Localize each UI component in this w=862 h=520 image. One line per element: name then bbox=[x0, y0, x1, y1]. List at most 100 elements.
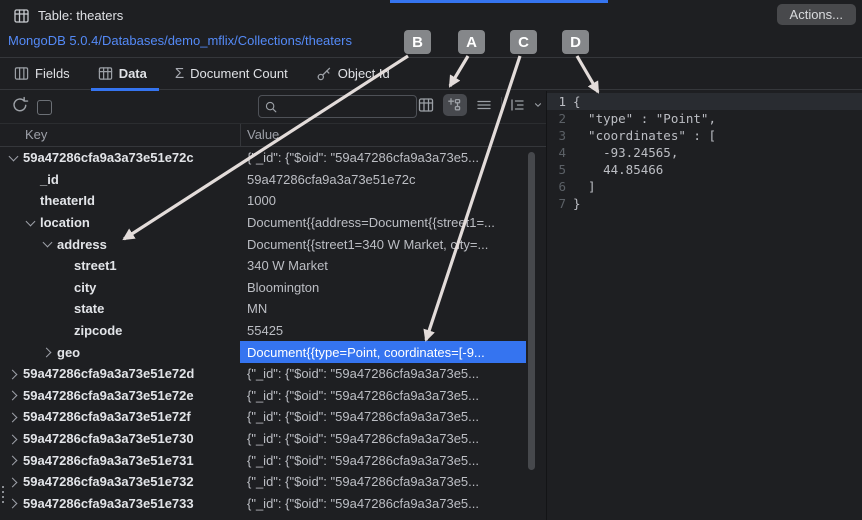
row-value-cell[interactable]: 59a47286cfa9a3a73e51e72c bbox=[240, 169, 526, 191]
table-row[interactable]: 59a47286cfa9a3a73e51e72c {"_id": {"$oid"… bbox=[0, 147, 546, 169]
table-row-selected[interactable]: geo Document{{type=Point, coordinates=[-… bbox=[0, 341, 546, 363]
chevron-right-icon[interactable] bbox=[7, 476, 19, 488]
chevron-right-icon[interactable] bbox=[41, 346, 53, 358]
json-editor[interactable]: 1{ 2 "type" : "Point", 3 "coordinates" :… bbox=[547, 91, 862, 520]
table-grid-icon bbox=[13, 8, 30, 24]
chevron-right-icon[interactable] bbox=[7, 411, 19, 423]
chevron-down-icon[interactable] bbox=[532, 94, 544, 116]
editor-line[interactable]: 6 ] bbox=[547, 178, 862, 195]
table-row[interactable]: 59a47286cfa9a3a73e51e733 {"_id": {"$oid"… bbox=[0, 493, 546, 515]
tab-object-id[interactable]: Object Id bbox=[316, 58, 390, 90]
row-value-cell[interactable]: MN bbox=[240, 298, 526, 320]
editor-line[interactable]: 2 "type" : "Point", bbox=[547, 110, 862, 127]
tree-view-icon[interactable] bbox=[443, 94, 467, 116]
editor-line[interactable]: 5 44.85466 bbox=[547, 161, 862, 178]
breadcrumb[interactable]: MongoDB 5.0.4/Databases/demo_mflix/Colle… bbox=[8, 33, 352, 48]
chevron-right-icon[interactable] bbox=[7, 497, 19, 509]
table-row[interactable]: city Bloomington bbox=[0, 277, 546, 299]
column-divider[interactable] bbox=[240, 124, 241, 146]
table-row[interactable]: 59a47286cfa9a3a73e51e72f {"_id": {"$oid"… bbox=[0, 406, 546, 428]
vertical-scrollbar[interactable] bbox=[528, 152, 535, 470]
row-value-cell[interactable]: Bloomington bbox=[240, 277, 526, 299]
row-key-cell[interactable]: zipcode bbox=[0, 323, 240, 338]
table-row[interactable]: 59a47286cfa9a3a73e51e72d {"_id": {"$oid"… bbox=[0, 363, 546, 385]
row-key-cell[interactable]: city bbox=[0, 280, 240, 295]
table-row[interactable]: location Document{{address=Document{{str… bbox=[0, 212, 546, 234]
row-value-cell-selected[interactable]: Document{{type=Point, coordinates=[-9... bbox=[240, 341, 526, 363]
row-value-cell[interactable]: 340 W Market bbox=[240, 255, 526, 277]
editor-line[interactable]: 7} bbox=[547, 195, 862, 212]
chevron-right-icon[interactable] bbox=[7, 368, 19, 380]
annotation-label-b: B bbox=[404, 30, 431, 54]
annotation-label-d: D bbox=[562, 30, 589, 54]
actions-button[interactable]: Actions... bbox=[777, 4, 856, 25]
app-window: Table: theaters Actions... MongoDB 5.0.4… bbox=[0, 0, 862, 520]
row-value-cell[interactable]: {"_id": {"$oid": "59a47286cfa9a3a73e5... bbox=[240, 428, 526, 450]
row-key-cell[interactable]: 59a47286cfa9a3a73e51e72c bbox=[0, 150, 240, 165]
text-view-icon[interactable] bbox=[472, 94, 496, 116]
table-row[interactable]: address Document{{street1=340 W Market, … bbox=[0, 233, 546, 255]
grid-header: Key Value bbox=[0, 124, 546, 147]
editor-line[interactable]: 4 -93.24565, bbox=[547, 144, 862, 161]
table-row[interactable]: theaterId 1000 bbox=[0, 190, 546, 212]
drag-handle[interactable] bbox=[1, 486, 5, 504]
chevron-down-icon[interactable] bbox=[7, 152, 19, 164]
table-row[interactable]: 59a47286cfa9a3a73e51e731 {"_id": {"$oid"… bbox=[0, 449, 546, 471]
row-key-cell[interactable]: 59a47286cfa9a3a73e51e733 bbox=[0, 496, 240, 511]
row-value-cell[interactable]: {"_id": {"$oid": "59a47286cfa9a3a73e5... bbox=[240, 406, 526, 428]
row-value-cell[interactable]: {"_id": {"$oid": "59a47286cfa9a3a73e5... bbox=[240, 471, 526, 493]
editor-line[interactable]: 1{ bbox=[547, 93, 862, 110]
row-value-cell[interactable]: {"_id": {"$oid": "59a47286cfa9a3a73e5... bbox=[240, 385, 526, 407]
search-box[interactable] bbox=[258, 95, 417, 118]
row-key-cell[interactable]: street1 bbox=[0, 258, 240, 273]
row-value-cell[interactable]: Document{{street1=340 W Market, city=... bbox=[240, 233, 526, 255]
column-header-value[interactable]: Value bbox=[247, 127, 279, 142]
row-key-cell[interactable]: state bbox=[0, 301, 240, 316]
refresh-icon[interactable] bbox=[11, 96, 29, 114]
document-tree: 59a47286cfa9a3a73e51e72c {"_id": {"$oid"… bbox=[0, 147, 546, 520]
row-key-cell[interactable]: _id bbox=[0, 172, 240, 187]
row-value-cell[interactable]: Document{{address=Document{{street1=... bbox=[240, 212, 526, 234]
column-header-key[interactable]: Key bbox=[25, 127, 47, 142]
tab-data[interactable]: Data bbox=[98, 58, 147, 90]
row-key-cell[interactable]: 59a47286cfa9a3a73e51e72d bbox=[0, 366, 240, 381]
table-row[interactable]: _id 59a47286cfa9a3a73e51e72c bbox=[0, 169, 546, 191]
table-row[interactable]: street1 340 W Market bbox=[0, 255, 546, 277]
chevron-right-icon[interactable] bbox=[7, 454, 19, 466]
expand-nodes-icon[interactable] bbox=[507, 94, 527, 116]
row-value-cell[interactable]: {"_id": {"$oid": "59a47286cfa9a3a73e5... bbox=[240, 363, 526, 385]
row-key-cell[interactable]: 59a47286cfa9a3a73e51e72f bbox=[0, 409, 240, 424]
row-key-cell[interactable]: 59a47286cfa9a3a73e51e730 bbox=[0, 431, 240, 446]
table-row[interactable]: 59a47286cfa9a3a73e51e730 {"_id": {"$oid"… bbox=[0, 428, 546, 450]
row-value-cell[interactable]: {"_id": {"$oid": "59a47286cfa9a3a73e5... bbox=[240, 493, 526, 515]
table-row[interactable]: zipcode 55425 bbox=[0, 320, 546, 342]
row-key-cell[interactable]: 59a47286cfa9a3a73e51e732 bbox=[0, 474, 240, 489]
chevron-down-icon[interactable] bbox=[24, 217, 36, 229]
row-value-cell[interactable]: 1000 bbox=[240, 190, 526, 212]
row-key-cell[interactable]: location bbox=[0, 215, 240, 230]
tab-bar: Fields Data Σ Document Count Object Id bbox=[0, 57, 862, 90]
select-documents-checkbox[interactable] bbox=[37, 100, 52, 115]
grid-view-icon[interactable] bbox=[414, 94, 438, 116]
tab-document-count[interactable]: Σ Document Count bbox=[175, 58, 288, 90]
page-title: Table: theaters bbox=[38, 8, 123, 23]
row-key-cell[interactable]: geo bbox=[0, 345, 240, 360]
row-value-cell[interactable]: {"_id": {"$oid": "59a47286cfa9a3a73e5... bbox=[240, 449, 526, 471]
table-row[interactable]: 59a47286cfa9a3a73e51e72e {"_id": {"$oid"… bbox=[0, 385, 546, 407]
search-input[interactable] bbox=[278, 98, 402, 115]
row-key-cell[interactable]: 59a47286cfa9a3a73e51e72e bbox=[0, 388, 240, 403]
editor-line[interactable]: 3 "coordinates" : [ bbox=[547, 127, 862, 144]
table-row[interactable]: state MN bbox=[0, 298, 546, 320]
table-row[interactable]: 59a47286cfa9a3a73e51e732 {"_id": {"$oid"… bbox=[0, 471, 546, 493]
row-key-cell[interactable]: 59a47286cfa9a3a73e51e731 bbox=[0, 453, 240, 468]
header: Table: theaters Actions... bbox=[0, 0, 862, 32]
chevron-right-icon[interactable] bbox=[7, 433, 19, 445]
row-key-cell[interactable]: theaterId bbox=[0, 193, 240, 208]
tab-fields[interactable]: Fields bbox=[14, 58, 70, 90]
toolbar-separator bbox=[501, 97, 502, 113]
row-key-cell[interactable]: address bbox=[0, 237, 240, 252]
row-value-cell[interactable]: {"_id": {"$oid": "59a47286cfa9a3a73e5... bbox=[240, 147, 526, 169]
row-value-cell[interactable]: 55425 bbox=[240, 320, 526, 342]
chevron-right-icon[interactable] bbox=[7, 389, 19, 401]
chevron-down-icon[interactable] bbox=[41, 238, 53, 250]
